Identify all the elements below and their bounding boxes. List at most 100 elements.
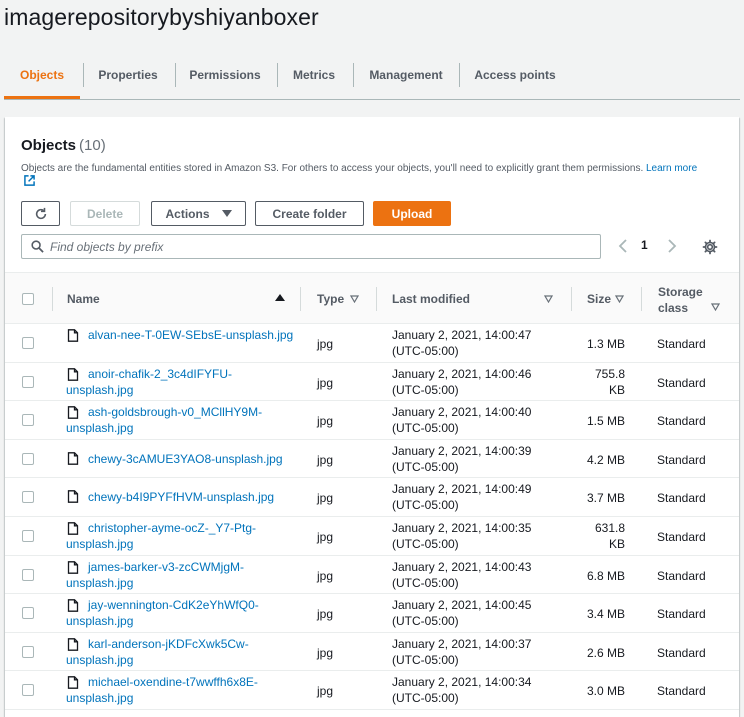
object-storage-class: Standard	[657, 414, 706, 429]
sort-icon[interactable]	[350, 295, 359, 303]
refresh-button[interactable]	[21, 201, 60, 226]
row-checkbox[interactable]	[22, 530, 34, 542]
object-name-link[interactable]: chewy-b4I9PYFfHVM-unsplash.jpg	[66, 489, 296, 505]
object-type: jpg	[317, 530, 334, 544]
chevron-right-icon[interactable]	[666, 238, 678, 254]
tab-properties[interactable]: Properties	[84, 58, 172, 98]
object-name-link[interactable]: ash-goldsbrough-v0_MCllHY9M-unsplash.jpg	[66, 404, 296, 436]
object-last-modified: January 2, 2021, 14:00:49 (UTC-05:00)	[392, 481, 552, 513]
table-row[interactable]: christopher-ayme-ocZ-_Y7-Ptg-unsplash.jp…	[5, 517, 739, 556]
table-row[interactable]: chewy-b4I9PYFfHVM-unsplash.jpg jpg January…	[5, 478, 739, 517]
object-modified-timezone: (UTC-05:00)	[392, 421, 459, 436]
object-size: 755.8 KB	[594, 366, 625, 397]
object-modified-date: January 2, 2021, 14:00:40	[392, 405, 532, 420]
gear-icon[interactable]	[702, 239, 718, 255]
object-modified-date: January 2, 2021, 14:00:34	[392, 675, 532, 690]
object-modified-date: January 2, 2021, 14:00:49	[392, 482, 532, 497]
select-all-checkbox[interactable]	[22, 293, 34, 305]
tab-management[interactable]: Management	[354, 58, 458, 98]
object-last-modified: January 2, 2021, 14:00:46 (UTC-05:00)	[392, 366, 552, 398]
object-modified-timezone: (UTC-05:00)	[392, 575, 459, 590]
tab-objects[interactable]: Objects	[4, 58, 80, 98]
create-folder-button[interactable]: Create folder	[255, 201, 364, 226]
learn-more-label: Learn more	[646, 163, 698, 174]
object-name-link[interactable]: alvan-nee-T-0EW-SEbsE-unsplash.jpg	[66, 327, 296, 343]
column-header-storage-class[interactable]: Storage class	[658, 284, 703, 316]
object-storage-class: Standard	[657, 568, 706, 583]
object-storage-class: Standard	[657, 530, 706, 544]
object-modified-date: January 2, 2021, 14:00:46	[392, 366, 532, 381]
sort-icon[interactable]	[544, 295, 553, 303]
table-row[interactable]: james-barker-v3-zcCWMjgM-unsplash.jpg jpg…	[5, 556, 739, 595]
table-row[interactable]: alvan-nee-T-0EW-SEbsE-unsplash.jpg jpg Jan…	[5, 324, 739, 363]
row-checkbox[interactable]	[22, 452, 34, 465]
column-header-last-modified[interactable]: Last modified	[392, 292, 470, 306]
row-checkbox[interactable]	[22, 375, 34, 388]
table-row[interactable]: jay-wennington-CdK2eYhWfQ0-unsplash.jpg j…	[5, 594, 739, 633]
search-input[interactable]	[50, 238, 590, 255]
object-size: 4.2 MB	[586, 452, 625, 467]
bucket-title: imagerepositorybyshiyanboxer	[4, 4, 319, 30]
table-row[interactable]: michael-oxendine-t7wwffh6x8E-unsplash.jp…	[5, 671, 739, 710]
refresh-icon	[35, 207, 46, 219]
object-name-link[interactable]: karl-anderson-jKDFcXwk5Cw-unsplash.jpg	[66, 636, 296, 668]
row-checkbox[interactable]	[22, 607, 34, 620]
external-link-icon	[24, 175, 35, 186]
objects-panel: Objects (10) Objects are the fundamental …	[5, 117, 739, 717]
row-checkbox[interactable]	[22, 414, 34, 427]
chevron-left-icon[interactable]	[617, 238, 629, 254]
object-type: jpg	[317, 684, 334, 699]
row-checkbox[interactable]	[22, 491, 34, 504]
table-header: Name Type Last modified Size Storage cla…	[5, 272, 739, 324]
table-row[interactable]: ash-goldsbrough-v0_MCllHY9M-unsplash.jpg…	[5, 401, 739, 440]
object-type: jpg	[317, 452, 334, 467]
tab-access-points[interactable]: Access points	[460, 58, 570, 98]
object-last-modified: January 2, 2021, 14:00:35 (UTC-05:00)	[392, 520, 552, 552]
object-size: 3.7 MB	[586, 491, 625, 506]
object-last-modified: January 2, 2021, 14:00:45 (UTC-05:00)	[392, 597, 552, 629]
object-last-modified: January 2, 2021, 14:00:40 (UTC-05:00)	[392, 404, 552, 436]
table-row[interactable]: chewy-3cAMUE3YAO8-unsplash.jpg jpg January…	[5, 440, 739, 479]
row-checkbox[interactable]	[22, 337, 34, 349]
object-type: jpg	[317, 414, 334, 429]
object-modified-timezone: (UTC-05:00)	[392, 498, 459, 513]
row-checkbox[interactable]	[22, 568, 34, 581]
upload-button[interactable]: Upload	[373, 201, 451, 226]
tab-permissions[interactable]: Permissions	[176, 58, 274, 98]
object-type: jpg	[317, 491, 334, 506]
table-row[interactable]: anoir-chafik-2_3c4dIFYFU-unsplash.jpg jpg…	[5, 363, 739, 402]
tab-metrics[interactable]: Metrics	[278, 58, 350, 98]
object-storage-class: Standard	[657, 452, 706, 467]
object-name-link[interactable]: james-barker-v3-zcCWMjgM-unsplash.jpg	[66, 559, 296, 591]
object-last-modified: January 2, 2021, 14:00:34 (UTC-05:00)	[392, 674, 552, 706]
delete-button[interactable]: Delete	[70, 201, 140, 226]
sort-icon[interactable]	[615, 295, 624, 303]
object-name-link[interactable]: chewy-3cAMUE3YAO8-unsplash.jpg	[66, 451, 296, 467]
object-name-link[interactable]: michael-oxendine-t7wwffh6x8E-unsplash.jp…	[66, 674, 296, 706]
actions-button[interactable]: Actions	[151, 201, 246, 226]
row-checkbox[interactable]	[22, 645, 34, 658]
column-header-type[interactable]: Type	[317, 292, 344, 306]
object-type: jpg	[317, 337, 334, 351]
column-header-storage-class-line1: Storage	[658, 285, 703, 299]
row-checkbox[interactable]	[22, 684, 34, 697]
object-modified-timezone: (UTC-05:00)	[392, 652, 459, 667]
object-name-link[interactable]: jay-wennington-CdK2eYhWfQ0-unsplash.jpg	[66, 597, 296, 629]
object-modified-date: January 2, 2021, 14:00:47	[392, 328, 532, 342]
object-size: 3.4 MB	[586, 607, 625, 622]
object-last-modified: January 2, 2021, 14:00:39 (UTC-05:00)	[392, 443, 552, 475]
page-number[interactable]: 1	[641, 238, 648, 252]
column-divider	[300, 287, 301, 311]
column-header-name[interactable]: Name	[67, 292, 100, 306]
sort-ascending-icon[interactable]	[275, 294, 285, 301]
object-name-link[interactable]: anoir-chafik-2_3c4dIFYFU-unsplash.jpg	[66, 366, 296, 398]
object-name-link[interactable]: christopher-ayme-ocZ-_Y7-Ptg-unsplash.jp…	[66, 520, 296, 552]
object-modified-date: January 2, 2021, 14:00:39	[392, 443, 532, 458]
sort-icon[interactable]	[711, 303, 720, 311]
table-row[interactable]: karl-anderson-jKDFcXwk5Cw-unsplash.jpg jp…	[5, 633, 739, 672]
object-type: jpg	[317, 607, 334, 622]
column-header-size[interactable]: Size	[587, 292, 611, 306]
objects-count: (10)	[79, 137, 106, 154]
object-modified-timezone: (UTC-05:00)	[392, 691, 459, 706]
object-size: 2.6 MB	[586, 645, 625, 660]
